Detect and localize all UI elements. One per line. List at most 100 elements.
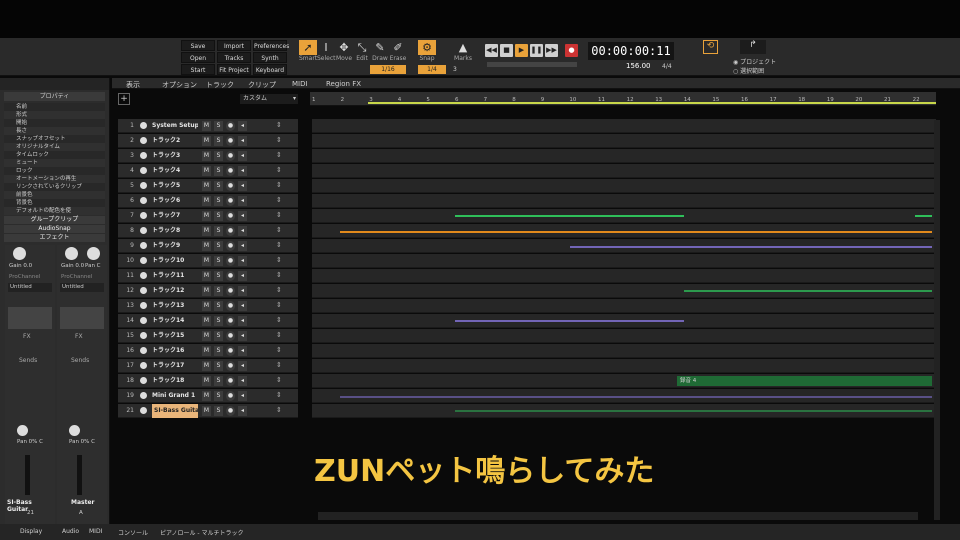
input-echo-button[interactable]: ◂ bbox=[238, 121, 247, 131]
record-arm-button[interactable]: ● bbox=[226, 316, 235, 326]
edit-tool[interactable]: ⤡ Edit bbox=[353, 40, 371, 64]
track-expand-icon[interactable]: ⇕ bbox=[276, 316, 282, 324]
solo-button[interactable]: S bbox=[214, 376, 223, 386]
track-name[interactable]: トラック3 bbox=[152, 149, 198, 163]
record-arm-button[interactable]: ● bbox=[226, 181, 235, 191]
input-echo-button[interactable]: ◂ bbox=[238, 406, 247, 416]
tracks-button[interactable]: Tracks bbox=[217, 52, 251, 63]
property-row[interactable]: 前景色 bbox=[4, 191, 105, 199]
preset-field[interactable]: Untitled bbox=[60, 283, 104, 292]
input-echo-button[interactable]: ◂ bbox=[238, 376, 247, 386]
track-header[interactable]: 2 トラック2 M S ● ◂ ⇕ bbox=[118, 134, 298, 148]
property-row[interactable]: オートメーションの再生 bbox=[4, 175, 105, 183]
record-arm-button[interactable]: ● bbox=[226, 226, 235, 236]
track-expand-icon[interactable]: ⇕ bbox=[276, 286, 282, 294]
clip-track18-audio[interactable] bbox=[677, 376, 932, 386]
record-arm-button[interactable]: ● bbox=[226, 196, 235, 206]
solo-button[interactable]: S bbox=[214, 151, 223, 161]
input-echo-button[interactable]: ◂ bbox=[238, 256, 247, 266]
track-expand-icon[interactable]: ⇕ bbox=[276, 361, 282, 369]
track-header[interactable]: 21 SI-Bass Guitar M S ● ◂ ⇕ bbox=[118, 404, 298, 418]
tab-audio[interactable]: Audio bbox=[62, 528, 79, 535]
input-echo-button[interactable]: ◂ bbox=[238, 361, 247, 371]
track-expand-icon[interactable]: ⇕ bbox=[276, 391, 282, 399]
pause-button[interactable]: ❚❚ bbox=[530, 44, 543, 57]
property-row[interactable]: 開始 bbox=[4, 119, 105, 127]
record-arm-button[interactable]: ● bbox=[226, 166, 235, 176]
property-row[interactable]: デフォルトの配色を使 bbox=[4, 207, 105, 215]
rewind-button[interactable]: ◀◀ bbox=[485, 44, 498, 57]
pan-knob[interactable] bbox=[69, 425, 80, 436]
track-expand-icon[interactable]: ⇕ bbox=[276, 181, 282, 189]
input-echo-button[interactable]: ◂ bbox=[238, 391, 247, 401]
input-echo-button[interactable]: ◂ bbox=[238, 166, 247, 176]
mute-button[interactable]: M bbox=[202, 286, 211, 296]
record-arm-button[interactable]: ● bbox=[226, 151, 235, 161]
mute-button[interactable]: M bbox=[202, 376, 211, 386]
open-button[interactable]: Open bbox=[181, 52, 215, 63]
input-echo-button[interactable]: ◂ bbox=[238, 196, 247, 206]
horizontal-scrollbar[interactable] bbox=[318, 512, 918, 520]
track-name[interactable]: トラック13 bbox=[152, 299, 198, 313]
erase-tool[interactable]: ✐ Erase bbox=[389, 40, 407, 64]
stop-button[interactable]: ■ bbox=[500, 44, 513, 57]
mute-button[interactable]: M bbox=[202, 166, 211, 176]
track-expand-icon[interactable]: ⇕ bbox=[276, 121, 282, 129]
inspector-section[interactable]: AudioSnap bbox=[4, 225, 105, 233]
record-arm-button[interactable]: ● bbox=[226, 211, 235, 221]
property-row[interactable]: リンクされているクリップ bbox=[4, 183, 105, 191]
snap-toggle[interactable]: ⚙ Snap bbox=[418, 40, 436, 64]
mute-button[interactable]: M bbox=[202, 136, 211, 146]
forward-button[interactable]: ▶▶ bbox=[545, 44, 558, 57]
track-header[interactable]: 4 トラック4 M S ● ◂ ⇕ bbox=[118, 164, 298, 178]
draw-tool[interactable]: ✎ Draw bbox=[371, 40, 389, 64]
track-header[interactable]: 1 System Setup M S ● ◂ ⇕ bbox=[118, 119, 298, 133]
solo-button[interactable]: S bbox=[214, 121, 223, 131]
track-expand-icon[interactable]: ⇕ bbox=[276, 166, 282, 174]
track-name[interactable]: トラック5 bbox=[152, 179, 198, 193]
track-expand-icon[interactable]: ⇕ bbox=[276, 406, 282, 414]
tempo-display[interactable]: 156.00 bbox=[626, 62, 651, 70]
track-name[interactable]: トラック4 bbox=[152, 164, 198, 178]
track-expand-icon[interactable]: ⇕ bbox=[276, 301, 282, 309]
track-header[interactable]: 19 Mini Grand 1 M S ● ◂ ⇕ bbox=[118, 389, 298, 403]
menu-view[interactable]: 表示 bbox=[126, 80, 140, 90]
solo-button[interactable]: S bbox=[214, 196, 223, 206]
record-arm-button[interactable]: ● bbox=[226, 376, 235, 386]
track-header[interactable]: 8 トラック8 M S ● ◂ ⇕ bbox=[118, 224, 298, 238]
track-header[interactable]: 16 トラック16 M S ● ◂ ⇕ bbox=[118, 344, 298, 358]
record-arm-button[interactable]: ● bbox=[226, 391, 235, 401]
track-name[interactable]: SI-Bass Guitar bbox=[152, 404, 198, 418]
fit-project-button[interactable]: Fit Project bbox=[217, 64, 251, 75]
input-echo-button[interactable]: ◂ bbox=[238, 271, 247, 281]
inspector-section[interactable]: グループクリップ bbox=[4, 216, 105, 224]
track-name[interactable]: トラック17 bbox=[152, 359, 198, 373]
mute-button[interactable]: M bbox=[202, 121, 211, 131]
record-arm-button[interactable]: ● bbox=[226, 241, 235, 251]
property-row[interactable]: オリジナルタイム bbox=[4, 143, 105, 151]
move-tool[interactable]: ✥ Move bbox=[335, 40, 353, 64]
gain-knob[interactable] bbox=[65, 247, 78, 260]
meter-display[interactable]: 4/4 bbox=[662, 63, 672, 70]
track-header[interactable]: 11 トラック11 M S ● ◂ ⇕ bbox=[118, 269, 298, 283]
pan-knob[interactable] bbox=[87, 247, 100, 260]
track-header[interactable]: 9 トラック9 M S ● ◂ ⇕ bbox=[118, 239, 298, 253]
track-name[interactable]: トラック18 bbox=[152, 374, 198, 388]
solo-button[interactable]: S bbox=[214, 226, 223, 236]
input-echo-button[interactable]: ◂ bbox=[238, 181, 247, 191]
solo-button[interactable]: S bbox=[214, 331, 223, 341]
track-expand-icon[interactable]: ⇕ bbox=[276, 376, 282, 384]
radio-selection[interactable]: ○ 選択範囲 bbox=[733, 66, 764, 75]
menu-track[interactable]: トラック bbox=[206, 80, 234, 90]
record-arm-button[interactable]: ● bbox=[226, 406, 235, 416]
save-button[interactable]: Save bbox=[181, 40, 215, 51]
track-header[interactable]: 6 トラック6 M S ● ◂ ⇕ bbox=[118, 194, 298, 208]
synth-rack-button[interactable]: Synth Rack bbox=[253, 52, 287, 73]
track-expand-icon[interactable]: ⇕ bbox=[276, 331, 282, 339]
mute-button[interactable]: M bbox=[202, 406, 211, 416]
track-header[interactable]: 13 トラック13 M S ● ◂ ⇕ bbox=[118, 299, 298, 313]
eq-display[interactable] bbox=[8, 307, 52, 329]
transport-scrubber[interactable] bbox=[487, 62, 577, 67]
input-echo-button[interactable]: ◂ bbox=[238, 151, 247, 161]
tab-midi[interactable]: MIDI bbox=[89, 528, 102, 535]
